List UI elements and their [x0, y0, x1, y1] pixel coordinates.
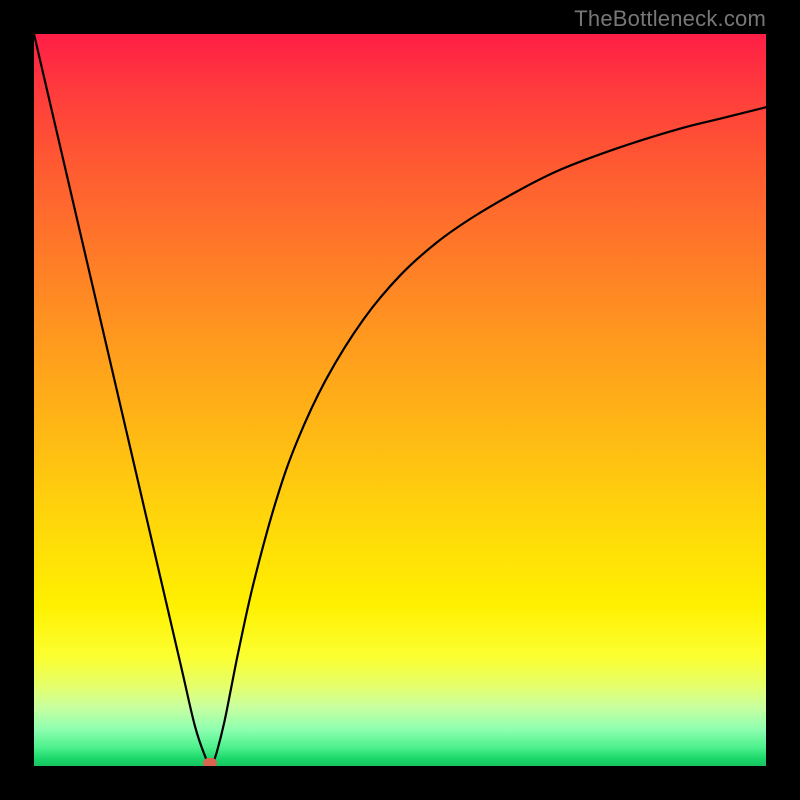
watermark-text: TheBottleneck.com	[574, 6, 766, 32]
plot-area	[34, 34, 766, 766]
curve-svg	[34, 34, 766, 766]
bottleneck-curve	[34, 34, 766, 766]
min-marker	[203, 758, 217, 766]
chart-frame: TheBottleneck.com	[0, 0, 800, 800]
